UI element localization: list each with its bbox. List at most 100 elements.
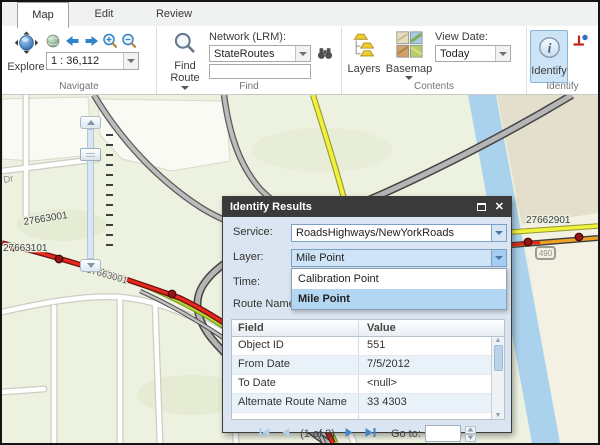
view-date-label: View Date: [435,31,488,43]
layer-dropdown-icon[interactable] [491,250,506,266]
service-label: Service: [233,226,273,238]
goto-spinner[interactable] [465,426,476,442]
layer-dropdown-list: Calibration Point Mile Point [291,268,507,310]
zoom-out-icon[interactable] [123,35,135,47]
table-row[interactable]: From Date 7/5/2012 [232,356,504,375]
first-page-button[interactable] [258,426,271,442]
cell-value: 7/5/2012 [359,356,504,374]
map-zoom-slider[interactable] [80,116,102,272]
scale-dropdown-icon[interactable] [123,53,138,69]
group-contents: Layers Basemap [342,27,527,94]
attributes-table: Field Value Object ID 551 From Date 7/5/… [231,319,505,420]
group-label-find: Find [157,81,341,92]
find-route-icon [173,31,197,60]
tab-review[interactable]: Review [139,2,209,27]
view-date-combo[interactable]: Today [435,45,511,62]
cell-field: Alternate Route Name [232,394,359,412]
close-icon[interactable]: ✕ [495,197,504,217]
map-label-route-d: 27662901 [526,215,571,226]
page-status: (1 of 2) [300,428,335,440]
table-row[interactable]: To Date <null> [232,375,504,394]
cell-field: Object ID [232,337,359,355]
route-input[interactable] [209,64,311,79]
cell-value: <null> [359,375,504,393]
group-navigate: Explore [2,27,157,94]
table-header-row: Field Value [232,320,504,337]
explore-button[interactable]: Explore [7,31,45,73]
service-value: RoadsHighways/NewYorkRoads [292,225,506,239]
service-combo[interactable]: RoadsHighways/NewYorkRoads [291,224,507,242]
table-row[interactable]: Object ID 551 [232,337,504,356]
zoom-in-icon[interactable] [104,35,116,47]
explore-icon [14,31,39,61]
cell-field: To Date [232,375,359,393]
goto-label: Go to: [391,428,421,440]
svg-text:i: i [547,40,551,55]
scroll-thumb[interactable] [494,345,503,371]
zoom-slider-ticks [106,134,113,250]
service-dropdown-icon[interactable] [491,225,506,241]
identify-results-dialog: Identify Results ✕ Service: RoadsHighway… [222,196,512,433]
time-label: Time: [233,276,260,288]
view-date-dropdown-icon[interactable] [495,46,510,61]
nav-icon-row [46,33,139,54]
table-row[interactable]: Alternate Route Name 33 4303 [232,394,504,413]
last-page-button[interactable] [364,426,377,442]
tab-map[interactable]: Map [17,2,69,28]
route-name-label: Route Name: [233,298,298,310]
map-label-street-dr: Dr [3,173,15,186]
pagination-bar: (1 of 2) Go to: [223,425,511,442]
group-identify: i Identify Identify [527,27,598,94]
dialog-titlebar[interactable]: Identify Results ✕ [223,197,511,217]
network-dropdown-icon[interactable] [295,46,310,61]
identify-button[interactable]: i Identify [530,30,568,83]
zoom-slider-down-button[interactable] [80,259,101,272]
identify-label: Identify [531,65,566,77]
svg-text:490: 490 [539,249,553,258]
layer-option-calibration-point[interactable]: Calibration Point [292,269,506,289]
explore-label: Explore [7,61,44,73]
identify-info-icon: i [537,35,562,65]
group-find: Find Route Network (LRM): StateRoutes Fi… [157,27,342,94]
layer-label: Layer: [233,251,264,263]
maximize-icon[interactable] [477,203,486,211]
layers-label: Layers [347,63,380,75]
network-combo[interactable]: StateRoutes [209,45,311,62]
identify-route-tool-icon[interactable] [572,33,589,55]
table-header-value: Value [359,320,504,336]
group-label-identify: Identify [527,81,598,92]
zoom-slider-up-button[interactable] [80,116,101,129]
cell-value: 33 4303 [359,394,504,412]
cell-value: 551 [359,337,504,355]
goto-page-input[interactable] [425,425,461,442]
zoom-slider-thumb[interactable] [80,148,101,161]
tab-edit[interactable]: Edit [69,2,139,27]
app-window: Map Edit Review [0,0,600,445]
scroll-up-icon[interactable]: ▲ [495,337,502,344]
back-arrow-icon[interactable] [66,36,79,46]
table-scrollbar[interactable]: ▲ ▼ [491,337,504,419]
table-header-field: Field [232,320,359,336]
layer-value: Mile Point [292,250,506,264]
ribbon: Map Edit Review [2,2,598,95]
scroll-down-icon[interactable]: ▼ [495,412,502,419]
dialog-title: Identify Results [223,201,477,213]
map-label-route-b: 27663101 [3,243,48,254]
layer-option-mile-point[interactable]: Mile Point [292,289,506,309]
next-page-button[interactable] [343,426,356,442]
previous-page-button[interactable] [279,426,292,442]
network-label: Network (LRM): [209,31,286,43]
forward-arrow-icon[interactable] [86,36,99,46]
table-row-partial [232,413,504,420]
layers-button[interactable]: Layers [346,31,382,75]
globe-icon[interactable] [47,35,59,47]
group-label-navigate: Navigate [2,81,156,92]
binoculars-icon[interactable] [317,46,333,65]
basemap-button[interactable]: Basemap [386,31,432,84]
ribbon-tabstrip: Map Edit Review [2,2,598,27]
scale-combo[interactable]: 1 : 36,112 [46,52,139,70]
layer-combo[interactable]: Mile Point [291,249,507,267]
basemap-icon [396,31,423,63]
layers-icon [351,31,378,63]
group-label-contents: Contents [342,81,526,92]
